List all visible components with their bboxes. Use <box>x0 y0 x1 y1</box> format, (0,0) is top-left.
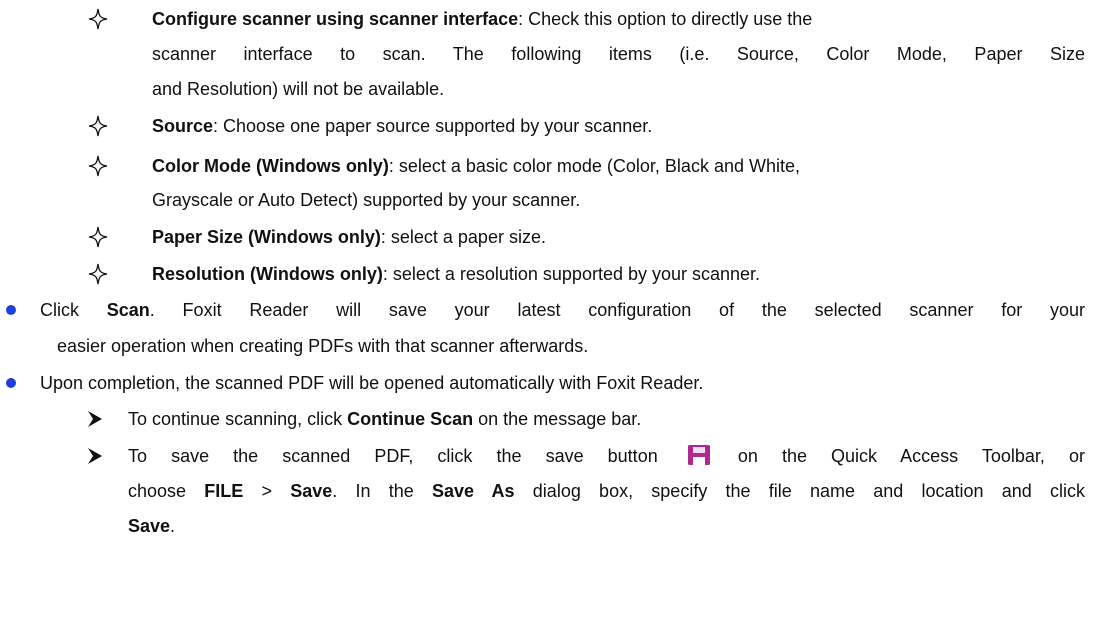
sub-save-line-3: Save. <box>128 516 176 536</box>
option-term: Resolution (Windows only) <box>152 264 383 284</box>
sub-save-line-1: To save the scanned PDF, click the save … <box>128 445 1085 466</box>
save-menu-term: Save <box>290 481 333 501</box>
save-term: Save <box>128 516 171 536</box>
option-term: Configure scanner using scanner interfac… <box>152 9 519 29</box>
option-text: : Choose one paper source supported by y… <box>213 116 653 136</box>
diamond-bullet-icon <box>88 8 108 30</box>
save-icon <box>687 445 710 465</box>
bullet-completion-line: Upon completion, the scanned PDF will be… <box>40 373 704 393</box>
option-text: : Check this option to directly use the <box>518 9 813 29</box>
bullet-dot-icon <box>6 305 16 315</box>
option-resolution-line: Resolution (Windows only): select a reso… <box>152 261 760 287</box>
scan-term: Scan <box>106 300 150 320</box>
option-source-line: Source: Choose one paper source supporte… <box>152 113 652 139</box>
option-configure-line-2: scanner interface to scan. The following… <box>152 44 1085 64</box>
option-text: : select a paper size. <box>380 227 546 247</box>
option-term: Paper Size (Windows only) <box>152 227 381 247</box>
option-text: : select a basic color mode (Color, Blac… <box>388 156 800 176</box>
option-term: Source <box>152 116 214 136</box>
arrowhead-bullet-icon <box>88 448 102 464</box>
diamond-bullet-icon <box>88 155 108 177</box>
option-text: : select a resolution supported by your … <box>382 264 761 284</box>
option-configure-line-3: and Resolution) will not be available. <box>152 79 445 99</box>
save-as-term: Save As <box>431 481 515 501</box>
bullet-dot-icon <box>6 378 16 388</box>
file-menu-term: FILE <box>204 481 244 501</box>
arrowhead-bullet-icon <box>88 411 102 427</box>
diamond-bullet-icon <box>88 115 108 137</box>
option-term: Color Mode (Windows only) <box>152 156 389 176</box>
continue-scan-term: Continue Scan <box>347 409 474 429</box>
option-color-mode-line-1: Color Mode (Windows only): select a basi… <box>152 153 800 179</box>
option-configure-line-1: Configure scanner using scanner interfac… <box>152 6 812 32</box>
bullet-scan-line-2: easier operation when creating PDFs with… <box>57 336 589 356</box>
sub-save-line-2: choose FILE > Save. In the Save As dialo… <box>128 481 1086 501</box>
bullet-scan-line-1: Click Scan. Foxit Reader will save your … <box>40 300 1085 320</box>
option-paper-size-line: Paper Size (Windows only): select a pape… <box>152 224 546 250</box>
diamond-bullet-icon <box>88 263 108 285</box>
sub-continue-line: To continue scanning, click Continue Sca… <box>128 409 642 429</box>
diamond-bullet-icon <box>88 226 108 248</box>
document-page: Configure scanner using scanner interfac… <box>0 0 1115 617</box>
option-color-mode-line-2: Grayscale or Auto Detect) supported by y… <box>152 190 581 210</box>
